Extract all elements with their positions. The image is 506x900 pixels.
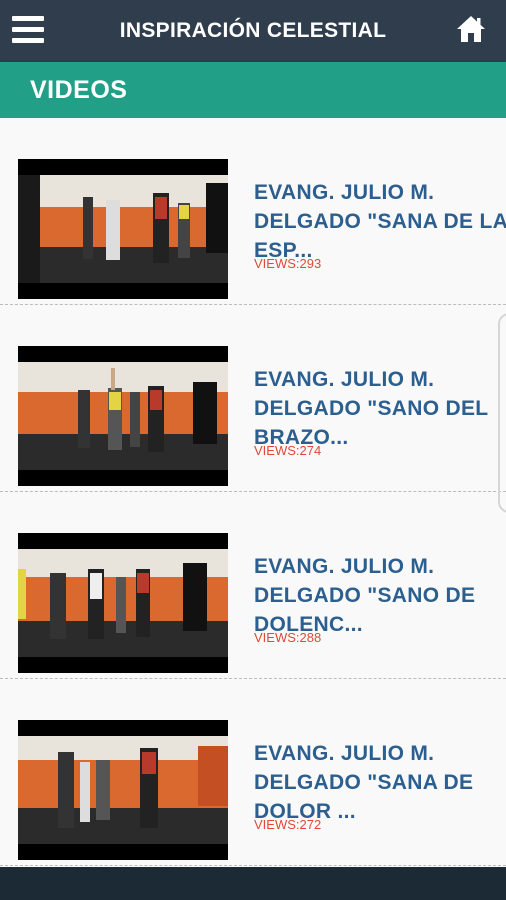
video-title-line: EVANG. JULIO M.	[254, 742, 435, 765]
video-title-line: DELGADO "SANO DE	[254, 584, 476, 607]
video-list-item[interactable]: EVANG. JULIO M. DELGADO "SANA DE LA ESP.…	[0, 118, 506, 305]
video-title-line: DELGADO "SANO DEL	[254, 397, 489, 420]
overscroll-edge-indicator	[498, 313, 506, 513]
video-title-line: DELGADO "SANA DE LA	[254, 210, 506, 233]
video-title-line: EVANG. JULIO M.	[254, 181, 435, 204]
bottom-system-bar	[0, 867, 506, 900]
video-list-item[interactable]: EVANG. JULIO M. DELGADO "SANO DE DOLENC.…	[0, 492, 506, 679]
video-thumbnail[interactable]	[18, 533, 228, 673]
view-count: VIEWS:272	[254, 817, 322, 832]
home-icon[interactable]	[456, 14, 486, 44]
top-app-bar: INSPIRACIÓN CELESTIAL	[0, 0, 506, 62]
video-title-line: EVANG. JULIO M.	[254, 555, 435, 578]
video-title[interactable]: EVANG. JULIO M. DELGADO "SANO DEL BRAZO.…	[254, 365, 506, 452]
section-header: VIDEOS	[0, 62, 506, 118]
video-list-item[interactable]: EVANG. JULIO M. DELGADO "SANA DE DOLOR .…	[0, 679, 506, 866]
video-list[interactable]: EVANG. JULIO M. DELGADO "SANA DE LA ESP.…	[0, 118, 506, 867]
section-title: VIDEOS	[30, 75, 128, 104]
video-list-item[interactable]: EVANG. JULIO M. DELGADO "SANO DEL BRAZO.…	[0, 305, 506, 492]
video-title-line: EVANG. JULIO M.	[254, 368, 435, 391]
view-count: VIEWS:274	[254, 443, 322, 458]
video-title-line: DELGADO "SANA DE	[254, 771, 474, 794]
video-thumbnail[interactable]	[18, 720, 228, 860]
video-thumbnail[interactable]	[18, 346, 228, 486]
app-title: INSPIRACIÓN CELESTIAL	[119, 19, 387, 42]
video-thumbnail[interactable]	[18, 159, 228, 299]
video-title[interactable]: EVANG. JULIO M. DELGADO "SANA DE DOLOR .…	[254, 739, 506, 826]
view-count: VIEWS:288	[254, 630, 322, 645]
video-title[interactable]: EVANG. JULIO M. DELGADO "SANA DE LA ESP.…	[254, 178, 506, 265]
video-title[interactable]: EVANG. JULIO M. DELGADO "SANO DE DOLENC.…	[254, 552, 506, 639]
view-count: VIEWS:293	[254, 256, 322, 271]
